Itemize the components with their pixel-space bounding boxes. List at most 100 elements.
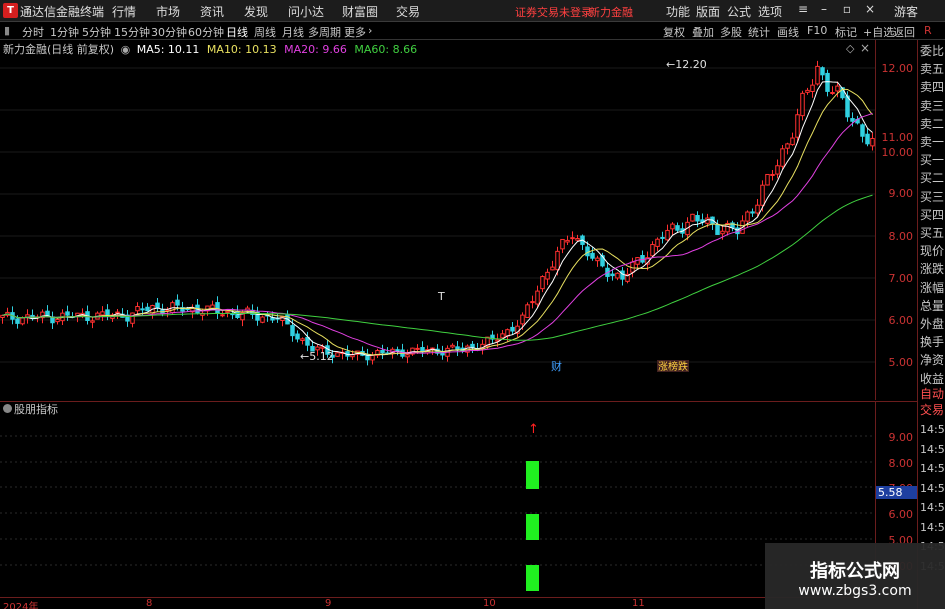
auto-trade-label[interactable]: 自动 [920,385,944,402]
price-tick: 6.00 [888,314,914,327]
candle [135,306,140,312]
candle [20,317,25,325]
candle [395,349,400,352]
price-tick: 11.00 [881,131,914,144]
tab-intraday[interactable]: 分时 [22,24,44,40]
menu-formula[interactable]: 公式 [727,3,751,20]
side-label: 外盘 [920,317,945,331]
f10-button[interactable]: F10 [807,24,827,37]
menu-icon[interactable]: ≡ [794,2,812,16]
candle [540,276,545,290]
candle [775,165,780,175]
candle [695,215,700,222]
buy-signal-arrow: ↑ [528,422,539,437]
candle [90,320,95,323]
candle [665,229,670,241]
auto-trade-label[interactable]: 交易 [920,401,944,418]
tab-more[interactable]: 更多 [344,24,366,40]
menu-discover[interactable]: 发现 [244,3,268,20]
side-label: 涨跌 [920,262,945,277]
menu-ask[interactable]: 问小达 [288,3,324,20]
adjust-button[interactable]: 复权 [663,24,685,40]
menu-layout[interactable]: 版面 [696,3,720,20]
tab-5min[interactable]: 5分钟 [82,24,111,40]
stats-button[interactable]: 统计 [748,24,770,40]
tab-15min[interactable]: 15分钟 [114,24,150,40]
tick-time: 14:56 [920,423,945,436]
candle [690,213,695,222]
more-chevron-icon[interactable]: › [368,24,372,37]
indicator-header [0,401,875,417]
multi-stock-button[interactable]: 多股 [720,24,742,40]
tick-time: 14:56 [920,462,945,475]
indicator-tick: 9.00 [888,431,914,444]
candle [675,225,680,231]
period-toolbar: ▮ 分时 1分钟 5分钟 15分钟 30分钟 60分钟 日线 周线 月线 多周期… [0,22,945,40]
high-price-label: ←12.20 [666,58,707,71]
mark-button[interactable]: 标记 [835,24,857,40]
toolbar-arrow-icon[interactable]: ▮ [4,24,10,37]
minimize-icon[interactable]: – [815,2,833,16]
menu-market[interactable]: 市场 [156,3,180,20]
tab-multi-period[interactable]: 多周期 [308,24,341,40]
candle [620,270,625,280]
side-label: 买五 [920,226,945,240]
candle [670,223,675,230]
candlestick-chart[interactable]: ←12.20 ←5.12 T 财 涨榜跌 [0,40,875,400]
menu-news[interactable]: 资讯 [200,3,224,20]
candle [260,316,265,323]
tick-time: 14:56 [920,481,945,495]
tab-60min[interactable]: 60分钟 [188,24,224,40]
tab-1min[interactable]: 1分钟 [50,24,79,40]
candle [455,346,460,351]
menu-functions[interactable]: 功能 [666,3,690,20]
side-label: 卖四 [920,80,945,95]
side-label: 买三 [920,189,945,204]
candle [130,312,135,324]
price-tick: 8.00 [888,230,914,243]
side-label: 卖三 [920,98,945,113]
signal-bar [526,565,539,591]
candle [565,239,570,243]
candle [770,173,775,176]
close-icon[interactable]: × [861,2,879,16]
tab-30min[interactable]: 30分钟 [151,24,187,40]
candle [15,318,20,324]
draw-button[interactable]: 画线 [777,24,799,40]
candle [505,329,510,337]
overlay-button[interactable]: 叠加 [692,24,714,40]
candle [850,118,855,122]
menu-trade[interactable]: 交易 [396,3,420,20]
candle [405,354,410,358]
event-label-movers: 涨榜跌 [658,360,688,373]
candle [835,85,840,92]
r-button[interactable]: R [924,24,932,37]
tick-time: 14:56 [920,501,945,514]
candle [175,299,180,306]
side-label: 卖二 [920,116,945,131]
indicator-chart[interactable]: ↑ [0,417,875,597]
candle [760,184,765,206]
menu-quotes[interactable]: 行情 [112,3,136,20]
candle [155,302,160,308]
menu-wealth[interactable]: 财富圈 [342,3,378,20]
add-watchlist-button[interactable]: +自选 [863,24,894,40]
candle [535,290,540,305]
side-label: 买四 [920,207,945,222]
back-button[interactable]: 返回 [893,24,915,40]
user-label[interactable]: 游客 [894,3,918,20]
candle [470,343,475,348]
candle [810,84,815,92]
candle [220,314,225,317]
menu-options[interactable]: 选项 [758,3,782,20]
indicator-title[interactable]: 股朋指标 [14,401,58,417]
price-tick: 12.00 [881,62,914,75]
candle [335,352,340,357]
tab-weekly[interactable]: 周线 [254,24,276,40]
signal-bar [526,461,539,489]
tab-monthly[interactable]: 月线 [282,24,304,40]
indicator-settings-icon[interactable] [3,404,12,413]
tab-daily[interactable]: 日线 [226,24,248,40]
restore-icon[interactable]: ▫ [838,2,856,16]
app-title: 通达信金融终端 [20,5,105,19]
